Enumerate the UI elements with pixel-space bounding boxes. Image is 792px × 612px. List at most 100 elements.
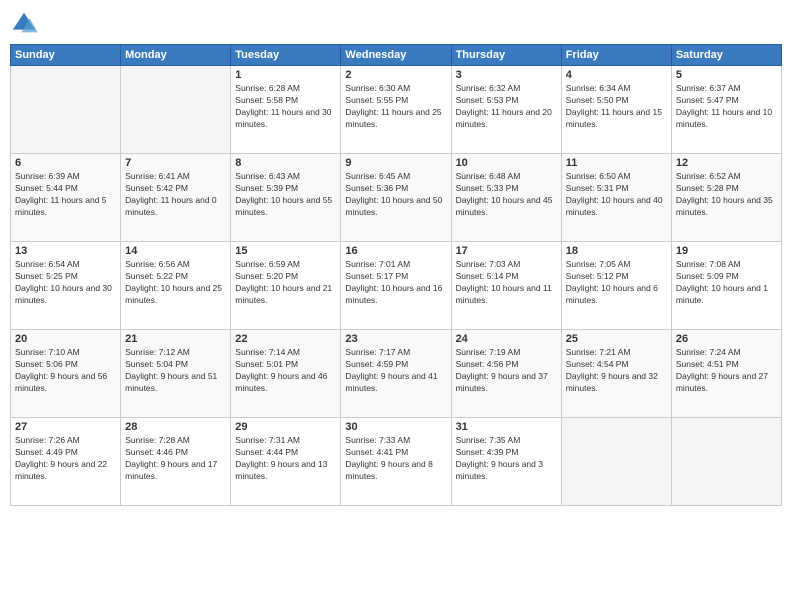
day-info: Sunrise: 7:31 AMSunset: 4:44 PMDaylight:… bbox=[235, 435, 336, 483]
day-number: 15 bbox=[235, 245, 336, 257]
calendar-cell: 3Sunrise: 6:32 AMSunset: 5:53 PMDaylight… bbox=[451, 66, 561, 154]
weekday-header-row: SundayMondayTuesdayWednesdayThursdayFrid… bbox=[11, 45, 782, 66]
day-number: 4 bbox=[566, 69, 667, 81]
day-info: Sunrise: 6:30 AMSunset: 5:55 PMDaylight:… bbox=[345, 83, 446, 131]
calendar-cell: 16 Sunrise: 7:01 AMSunset: 5:17 PMDayligh… bbox=[341, 242, 451, 330]
day-number: 24 bbox=[456, 333, 557, 345]
day-info: Sunrise: 6:37 AMSunset: 5:47 PMDaylight:… bbox=[676, 83, 777, 131]
calendar-cell: 12 Sunrise: 6:52 AMSunset: 5:28 PMDayligh… bbox=[671, 154, 781, 242]
day-info: Sunrise: 6:41 AMSunset: 5:42 PMDaylight:… bbox=[125, 171, 226, 219]
weekday-header-tuesday: Tuesday bbox=[231, 45, 341, 66]
calendar-cell: 26 Sunrise: 7:24 AMSunset: 4:51 PMDayligh… bbox=[671, 330, 781, 418]
day-number: 9 bbox=[345, 157, 446, 169]
day-info: Sunrise: 7:24 AMSunset: 4:51 PMDaylight:… bbox=[676, 347, 777, 395]
calendar-cell: 21 Sunrise: 7:12 AMSunset: 5:04 PMDayligh… bbox=[121, 330, 231, 418]
day-info: Sunrise: 7:17 AMSunset: 4:59 PMDaylight:… bbox=[345, 347, 446, 395]
calendar-cell: 23 Sunrise: 7:17 AMSunset: 4:59 PMDayligh… bbox=[341, 330, 451, 418]
day-number: 12 bbox=[676, 157, 777, 169]
day-info: Sunrise: 7:08 AMSunset: 5:09 PMDaylight:… bbox=[676, 259, 777, 307]
day-number: 25 bbox=[566, 333, 667, 345]
day-number: 28 bbox=[125, 421, 226, 433]
day-info: Sunrise: 6:39 AMSunset: 5:44 PMDaylight:… bbox=[15, 171, 116, 219]
calendar-cell: 14 Sunrise: 6:56 AMSunset: 5:22 PMDayligh… bbox=[121, 242, 231, 330]
day-number: 16 bbox=[345, 245, 446, 257]
calendar-cell: 28 Sunrise: 7:28 AMSunset: 4:46 PMDayligh… bbox=[121, 418, 231, 506]
day-number: 11 bbox=[566, 157, 667, 169]
day-number: 20 bbox=[15, 333, 116, 345]
day-number: 3 bbox=[456, 69, 557, 81]
calendar-cell bbox=[121, 66, 231, 154]
day-number: 17 bbox=[456, 245, 557, 257]
day-info: Sunrise: 6:59 AMSunset: 5:20 PMDaylight:… bbox=[235, 259, 336, 307]
logo-icon bbox=[10, 10, 38, 38]
calendar-cell: 15 Sunrise: 6:59 AMSunset: 5:20 PMDayligh… bbox=[231, 242, 341, 330]
day-number: 5 bbox=[676, 69, 777, 81]
day-info: Sunrise: 6:56 AMSunset: 5:22 PMDaylight:… bbox=[125, 259, 226, 307]
day-number: 13 bbox=[15, 245, 116, 257]
day-info: Sunrise: 6:52 AMSunset: 5:28 PMDaylight:… bbox=[676, 171, 777, 219]
day-number: 21 bbox=[125, 333, 226, 345]
day-number: 22 bbox=[235, 333, 336, 345]
day-number: 18 bbox=[566, 245, 667, 257]
calendar-cell: 11 Sunrise: 6:50 AMSunset: 5:31 PMDayligh… bbox=[561, 154, 671, 242]
day-number: 29 bbox=[235, 421, 336, 433]
day-info: Sunrise: 6:54 AMSunset: 5:25 PMDaylight:… bbox=[15, 259, 116, 307]
day-info: Sunrise: 7:05 AMSunset: 5:12 PMDaylight:… bbox=[566, 259, 667, 307]
day-number: 27 bbox=[15, 421, 116, 433]
calendar-cell: 29 Sunrise: 7:31 AMSunset: 4:44 PMDayligh… bbox=[231, 418, 341, 506]
week-row-4: 27 Sunrise: 7:26 AMSunset: 4:49 PMDayligh… bbox=[11, 418, 782, 506]
logo bbox=[10, 10, 42, 38]
day-number: 14 bbox=[125, 245, 226, 257]
day-number: 2 bbox=[345, 69, 446, 81]
day-number: 8 bbox=[235, 157, 336, 169]
calendar-cell: 2 Sunrise: 6:30 AMSunset: 5:55 PMDaylight… bbox=[341, 66, 451, 154]
week-row-3: 20 Sunrise: 7:10 AMSunset: 5:06 PMDayligh… bbox=[11, 330, 782, 418]
day-info: Sunrise: 6:50 AMSunset: 5:31 PMDaylight:… bbox=[566, 171, 667, 219]
day-info: Sunrise: 7:28 AMSunset: 4:46 PMDaylight:… bbox=[125, 435, 226, 483]
day-info: Sunrise: 7:12 AMSunset: 5:04 PMDaylight:… bbox=[125, 347, 226, 395]
day-number: 26 bbox=[676, 333, 777, 345]
calendar-cell: 22 Sunrise: 7:14 AMSunset: 5:01 PMDayligh… bbox=[231, 330, 341, 418]
calendar-cell: 9 Sunrise: 6:45 AMSunset: 5:36 PMDaylight… bbox=[341, 154, 451, 242]
weekday-header-thursday: Thursday bbox=[451, 45, 561, 66]
calendar-cell: 31 Sunrise: 7:35 AMSunset: 4:39 PMDayligh… bbox=[451, 418, 561, 506]
day-info: Sunrise: 7:03 AMSunset: 5:14 PMDaylight:… bbox=[456, 259, 557, 307]
calendar: SundayMondayTuesdayWednesdayThursdayFrid… bbox=[10, 44, 782, 506]
day-info: Sunrise: 7:21 AMSunset: 4:54 PMDaylight:… bbox=[566, 347, 667, 395]
day-info: Sunrise: 7:01 AMSunset: 5:17 PMDaylight:… bbox=[345, 259, 446, 307]
day-info: Sunrise: 7:26 AMSunset: 4:49 PMDaylight:… bbox=[15, 435, 116, 483]
day-info: Sunrise: 7:35 AMSunset: 4:39 PMDaylight:… bbox=[456, 435, 557, 483]
calendar-cell: 18 Sunrise: 7:05 AMSunset: 5:12 PMDayligh… bbox=[561, 242, 671, 330]
day-info: Sunrise: 7:33 AMSunset: 4:41 PMDaylight:… bbox=[345, 435, 446, 483]
weekday-header-friday: Friday bbox=[561, 45, 671, 66]
week-row-2: 13 Sunrise: 6:54 AMSunset: 5:25 PMDayligh… bbox=[11, 242, 782, 330]
week-row-1: 6 Sunrise: 6:39 AMSunset: 5:44 PMDaylight… bbox=[11, 154, 782, 242]
day-info: Sunrise: 6:34 AMSunset: 5:50 PMDaylight:… bbox=[566, 83, 667, 131]
day-number: 10 bbox=[456, 157, 557, 169]
weekday-header-saturday: Saturday bbox=[671, 45, 781, 66]
weekday-header-wednesday: Wednesday bbox=[341, 45, 451, 66]
calendar-cell: 27 Sunrise: 7:26 AMSunset: 4:49 PMDayligh… bbox=[11, 418, 121, 506]
calendar-cell: 19 Sunrise: 7:08 AMSunset: 5:09 PMDayligh… bbox=[671, 242, 781, 330]
week-row-0: 1Sunrise: 6:28 AMSunset: 5:58 PMDaylight… bbox=[11, 66, 782, 154]
day-info: Sunrise: 7:14 AMSunset: 5:01 PMDaylight:… bbox=[235, 347, 336, 395]
day-info: Sunrise: 6:48 AMSunset: 5:33 PMDaylight:… bbox=[456, 171, 557, 219]
calendar-cell: 6 Sunrise: 6:39 AMSunset: 5:44 PMDaylight… bbox=[11, 154, 121, 242]
calendar-cell bbox=[11, 66, 121, 154]
calendar-cell: 8Sunrise: 6:43 AMSunset: 5:39 PMDaylight… bbox=[231, 154, 341, 242]
calendar-cell: 30Sunrise: 7:33 AMSunset: 4:41 PMDayligh… bbox=[341, 418, 451, 506]
calendar-cell bbox=[671, 418, 781, 506]
day-number: 23 bbox=[345, 333, 446, 345]
calendar-cell: 17 Sunrise: 7:03 AMSunset: 5:14 PMDayligh… bbox=[451, 242, 561, 330]
calendar-cell: 20 Sunrise: 7:10 AMSunset: 5:06 PMDayligh… bbox=[11, 330, 121, 418]
day-info: Sunrise: 7:10 AMSunset: 5:06 PMDaylight:… bbox=[15, 347, 116, 395]
day-info: Sunrise: 7:19 AMSunset: 4:56 PMDaylight:… bbox=[456, 347, 557, 395]
calendar-cell: 4 Sunrise: 6:34 AMSunset: 5:50 PMDaylight… bbox=[561, 66, 671, 154]
day-number: 19 bbox=[676, 245, 777, 257]
calendar-cell: 5 Sunrise: 6:37 AMSunset: 5:47 PMDaylight… bbox=[671, 66, 781, 154]
day-info: Sunrise: 6:45 AMSunset: 5:36 PMDaylight:… bbox=[345, 171, 446, 219]
day-number: 31 bbox=[456, 421, 557, 433]
weekday-header-monday: Monday bbox=[121, 45, 231, 66]
day-number: 6 bbox=[15, 157, 116, 169]
calendar-cell bbox=[561, 418, 671, 506]
